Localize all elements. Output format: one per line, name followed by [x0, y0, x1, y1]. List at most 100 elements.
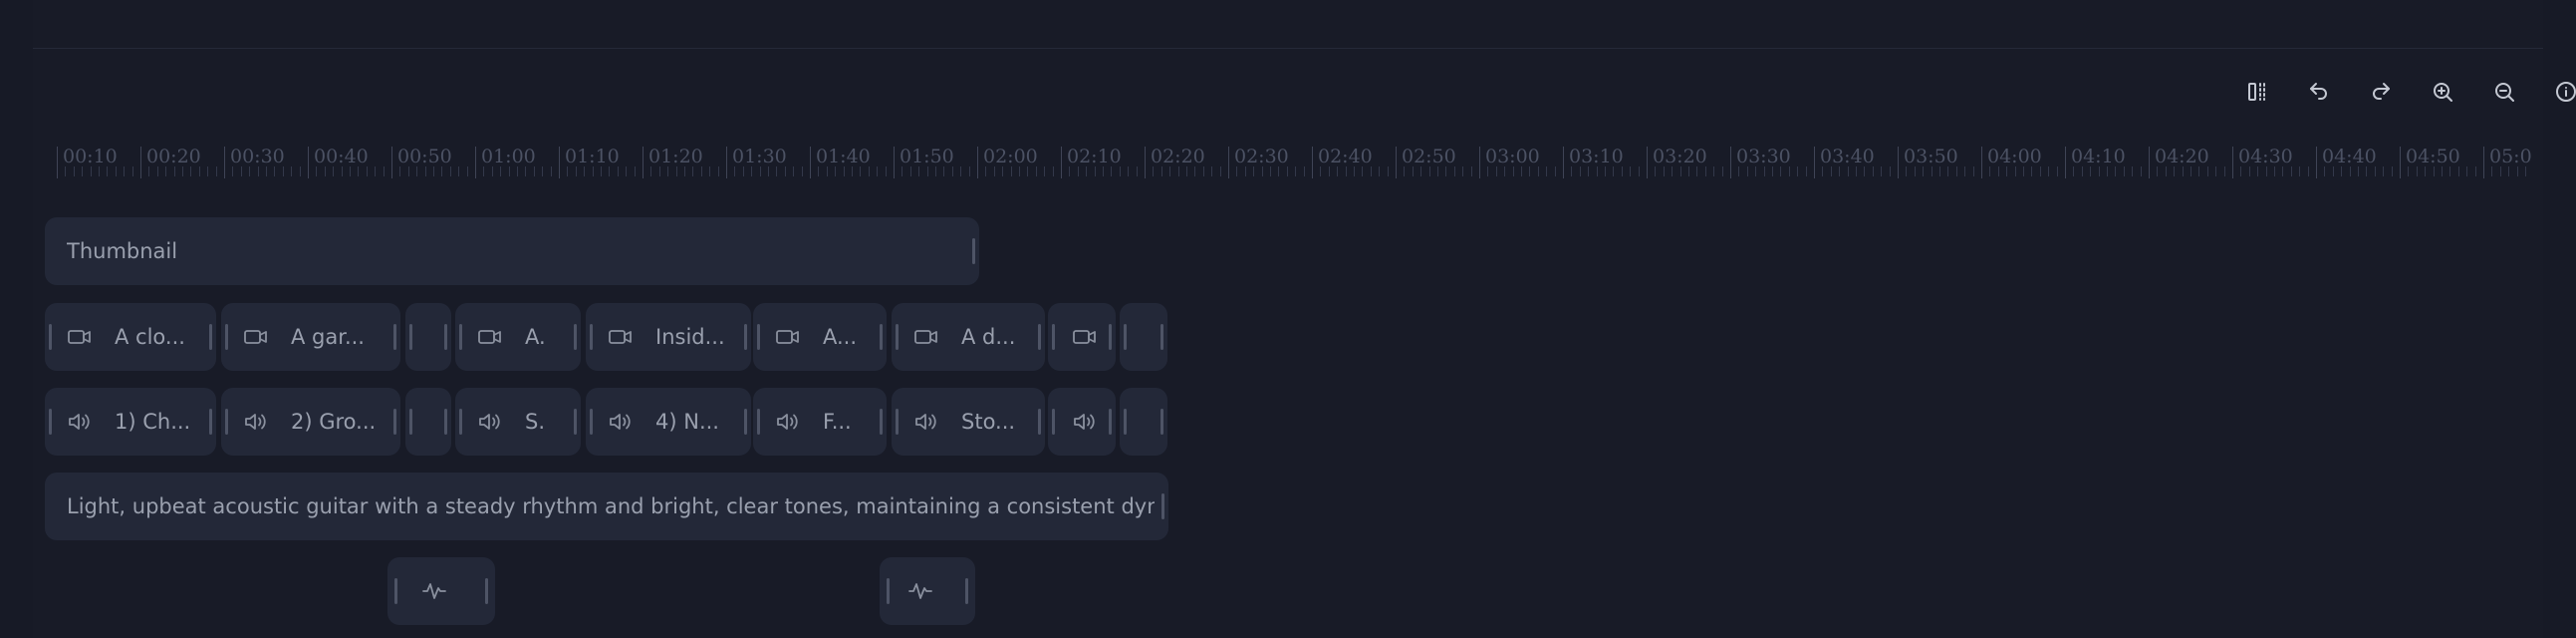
- clip-resize-handle[interactable]: [444, 324, 447, 350]
- time-ruler[interactable]: 00:10 00:20 00:30 00:40 00:50 01:00 01:10 01:20…: [57, 140, 2532, 183]
- clip-resize-handle[interactable]: [409, 324, 412, 350]
- audio-clip[interactable]: Sto...: [892, 388, 1045, 456]
- clip-resize-handle[interactable]: [409, 409, 412, 435]
- audio-clip[interactable]: S.: [455, 388, 581, 456]
- ruler-minor-tick: [1052, 166, 1054, 176]
- redo-button[interactable]: [2361, 72, 2401, 112]
- clip-resize-handle[interactable]: [444, 409, 447, 435]
- clip-resize-handle[interactable]: [485, 578, 488, 604]
- ruler-minor-tick: [1881, 166, 1883, 176]
- ruler-minor-tick: [1253, 166, 1255, 176]
- music-clip[interactable]: Light, upbeat acoustic guitar with a ste…: [45, 473, 1168, 540]
- clip-resize-handle[interactable]: [1052, 409, 1055, 435]
- ruler-minor-tick: [877, 166, 879, 176]
- clip-resize-handle[interactable]: [1124, 324, 1127, 350]
- clip-resize-handle[interactable]: [590, 409, 593, 435]
- clip-resize-handle[interactable]: [393, 409, 396, 435]
- clip-resize-handle[interactable]: [1109, 409, 1112, 435]
- clip-resize-handle[interactable]: [965, 578, 968, 604]
- clip-resize-handle[interactable]: [896, 324, 899, 350]
- video-clip[interactable]: A clo...: [45, 303, 216, 371]
- clip-resize-handle[interactable]: [887, 578, 890, 604]
- clip-resize-handle[interactable]: [757, 324, 760, 350]
- ruler-minor-tick: [107, 166, 109, 176]
- split-button[interactable]: [2237, 72, 2277, 112]
- clip-resize-handle[interactable]: [880, 409, 883, 435]
- clip-resize-handle[interactable]: [225, 324, 228, 350]
- ruler-minor-tick: [441, 166, 443, 176]
- speaker-icon: [773, 407, 803, 437]
- audio-clip[interactable]: 4) N...: [586, 388, 751, 456]
- ruler-minor-tick: [1010, 166, 1012, 176]
- audio-clip[interactable]: F...: [753, 388, 887, 456]
- zoom-out-button[interactable]: [2484, 72, 2524, 112]
- clip-resize-handle[interactable]: [757, 409, 760, 435]
- clip-resize-handle[interactable]: [394, 578, 397, 604]
- ruler-minor-tick: [1972, 166, 1974, 176]
- audio-clip[interactable]: [405, 388, 451, 456]
- video-clip[interactable]: Insid...: [586, 303, 751, 371]
- clip-resize-handle[interactable]: [209, 409, 212, 435]
- info-button[interactable]: [2546, 72, 2576, 112]
- clip-resize-handle[interactable]: [1161, 493, 1164, 519]
- ruler-minor-tick: [449, 166, 451, 176]
- thumbnail-clip[interactable]: Thumbnail: [45, 217, 979, 285]
- ruler-major-tick: [2316, 147, 2317, 178]
- clip-resize-handle[interactable]: [744, 324, 747, 350]
- clip-resize-handle[interactable]: [590, 324, 593, 350]
- ruler-minor-tick: [1763, 166, 1765, 176]
- clip-resize-handle[interactable]: [880, 324, 883, 350]
- clip-resize-handle[interactable]: [1038, 409, 1041, 435]
- clip-resize-handle[interactable]: [1160, 409, 1163, 435]
- video-clip[interactable]: A.: [455, 303, 581, 371]
- clip-resize-handle[interactable]: [972, 238, 975, 264]
- clip-resize-handle[interactable]: [1038, 324, 1041, 350]
- ruler-minor-tick: [2466, 166, 2468, 176]
- effect-clip[interactable]: [880, 557, 975, 625]
- clip-resize-handle[interactable]: [896, 409, 899, 435]
- clip-resize-handle[interactable]: [1109, 324, 1112, 350]
- divider: [33, 48, 2543, 49]
- clip-resize-handle[interactable]: [209, 324, 212, 350]
- clip-resize-handle[interactable]: [225, 409, 228, 435]
- audio-clip[interactable]: [1120, 388, 1167, 456]
- ruler-minor-tick: [1621, 166, 1623, 176]
- clip-resize-handle[interactable]: [574, 324, 577, 350]
- video-clip[interactable]: [405, 303, 451, 371]
- clip-resize-handle[interactable]: [459, 409, 462, 435]
- clip-resize-handle[interactable]: [49, 324, 52, 350]
- clip-resize-handle[interactable]: [1160, 324, 1163, 350]
- ruler-minor-tick: [675, 166, 677, 176]
- video-clip[interactable]: [1048, 303, 1116, 371]
- video-clip[interactable]: [1120, 303, 1167, 371]
- clip-resize-handle[interactable]: [1052, 324, 1055, 350]
- clip-resize-handle[interactable]: [744, 409, 747, 435]
- ruler-minor-tick: [1153, 166, 1155, 176]
- ruler-minor-tick: [1630, 166, 1632, 176]
- ruler-time-label: 04:50: [2406, 146, 2460, 167]
- clip-resize-handle[interactable]: [459, 324, 462, 350]
- video-clip[interactable]: A gar...: [221, 303, 400, 371]
- clip-resize-handle[interactable]: [574, 409, 577, 435]
- ruler-minor-tick: [2525, 166, 2526, 176]
- clip-resize-handle[interactable]: [1124, 409, 1127, 435]
- audio-clip[interactable]: 2) Gro...: [221, 388, 400, 456]
- ruler-minor-tick: [1420, 166, 1422, 176]
- video-clip[interactable]: A d...: [892, 303, 1045, 371]
- clip-resize-handle[interactable]: [49, 409, 52, 435]
- ruler-minor-tick: [626, 166, 628, 176]
- ruler-minor-tick: [658, 166, 660, 176]
- ruler-minor-tick: [299, 166, 301, 176]
- ruler-minor-tick: [2299, 166, 2301, 176]
- ruler-minor-tick: [2358, 166, 2359, 176]
- audio-clip[interactable]: 1) Ch...: [45, 388, 216, 456]
- video-clip[interactable]: A...: [753, 303, 887, 371]
- audio-clip[interactable]: [1048, 388, 1116, 456]
- ruler-minor-tick: [2174, 166, 2176, 176]
- ruler-minor-tick: [2491, 166, 2493, 176]
- effect-clip[interactable]: [387, 557, 495, 625]
- undo-button[interactable]: [2299, 72, 2339, 112]
- clip-resize-handle[interactable]: [393, 324, 396, 350]
- zoom-in-button[interactable]: [2423, 72, 2462, 112]
- clip-label: A clo...: [115, 325, 185, 349]
